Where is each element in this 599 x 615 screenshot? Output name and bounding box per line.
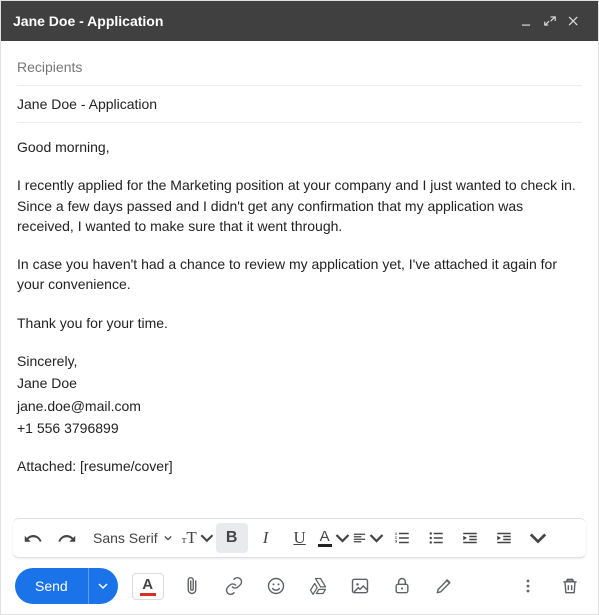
insert-link-button[interactable] xyxy=(220,572,248,600)
link-icon xyxy=(224,576,244,596)
image-icon xyxy=(350,576,370,596)
chevron-down-icon xyxy=(369,529,384,547)
body-paragraph-3: Thank you for your time. xyxy=(17,313,582,333)
send-options-button[interactable] xyxy=(88,568,118,604)
bold-icon: B xyxy=(226,529,238,547)
font-family-select[interactable]: Sans Serif xyxy=(85,530,180,546)
bulleted-list-icon xyxy=(427,529,445,547)
more-options-button[interactable] xyxy=(514,572,542,600)
minimize-button[interactable] xyxy=(514,9,538,33)
more-vert-icon xyxy=(518,576,538,596)
insert-emoji-button[interactable] xyxy=(262,572,290,600)
insert-photo-button[interactable] xyxy=(346,572,374,600)
lock-clock-icon xyxy=(392,576,412,596)
body-greeting: Good morning, xyxy=(17,137,582,157)
message-body[interactable]: Good morning, I recently applied for the… xyxy=(1,123,598,518)
indent-less-button[interactable] xyxy=(454,523,486,553)
chevron-down-icon xyxy=(200,529,214,547)
italic-button[interactable]: I xyxy=(250,523,282,553)
chevron-down-icon xyxy=(164,534,172,542)
font-size-icon: ᴛT xyxy=(182,528,197,548)
indent-more-button[interactable] xyxy=(488,523,520,553)
discard-draft-button[interactable] xyxy=(556,572,584,600)
bulleted-list-button[interactable] xyxy=(420,523,452,553)
font-size-button[interactable]: ᴛT xyxy=(182,523,214,553)
chevron-down-icon xyxy=(98,581,108,591)
send-button[interactable]: Send xyxy=(15,568,88,604)
drive-icon xyxy=(308,576,328,596)
close-button[interactable] xyxy=(562,9,586,33)
indent-more-icon xyxy=(495,529,513,547)
emoji-icon xyxy=(266,576,286,596)
compose-window: Jane Doe - Application Recipients Jane D… xyxy=(0,0,599,615)
pen-icon xyxy=(434,576,454,596)
body-signoff: Sincerely, xyxy=(17,351,582,371)
indent-less-icon xyxy=(461,529,479,547)
body-name: Jane Doe xyxy=(17,373,582,393)
paperclip-icon xyxy=(182,576,202,596)
send-group: Send xyxy=(15,568,118,604)
body-phone: +1 556 3796899 xyxy=(17,418,582,438)
header-fields: Recipients Jane Doe - Application xyxy=(1,41,598,123)
italic-icon: I xyxy=(263,528,269,548)
attach-file-button[interactable] xyxy=(178,572,206,600)
body-attached: Attached: [resume/cover] xyxy=(17,456,582,476)
body-paragraph-1: I recently applied for the Marketing pos… xyxy=(17,175,582,236)
subject-field[interactable]: Jane Doe - Application xyxy=(17,86,582,123)
numbered-list-button[interactable] xyxy=(386,523,418,553)
trash-icon xyxy=(560,576,580,596)
text-color-icon: A xyxy=(318,529,332,547)
undo-button[interactable] xyxy=(17,523,49,553)
more-formatting-button[interactable] xyxy=(522,523,554,553)
insert-signature-button[interactable] xyxy=(430,572,458,600)
body-paragraph-2: In case you haven't had a chance to revi… xyxy=(17,254,582,295)
send-toolbar: Send A xyxy=(1,558,598,614)
text-color-button[interactable]: A xyxy=(318,523,350,553)
confidential-mode-button[interactable] xyxy=(388,572,416,600)
align-left-icon xyxy=(352,529,367,547)
formatting-options-button[interactable]: A xyxy=(132,573,164,600)
window-title: Jane Doe - Application xyxy=(13,13,514,29)
recipients-field[interactable]: Recipients xyxy=(17,49,582,86)
font-family-label: Sans Serif xyxy=(93,530,158,546)
redo-button[interactable] xyxy=(51,523,83,553)
body-email: jane.doe@mail.com xyxy=(17,396,582,416)
insert-drive-button[interactable] xyxy=(304,572,332,600)
underline-button[interactable]: U xyxy=(284,523,316,553)
bold-button[interactable]: B xyxy=(216,523,248,553)
numbered-list-icon xyxy=(393,529,411,547)
format-toolbar: Sans Serif ᴛT B I U A xyxy=(13,518,586,558)
text-format-icon: A xyxy=(142,577,153,592)
chevron-down-icon xyxy=(335,529,350,547)
underline-icon: U xyxy=(293,528,305,548)
fullscreen-button[interactable] xyxy=(538,9,562,33)
align-button[interactable] xyxy=(352,523,384,553)
chevron-down-icon xyxy=(529,529,547,547)
titlebar: Jane Doe - Application xyxy=(1,1,598,41)
